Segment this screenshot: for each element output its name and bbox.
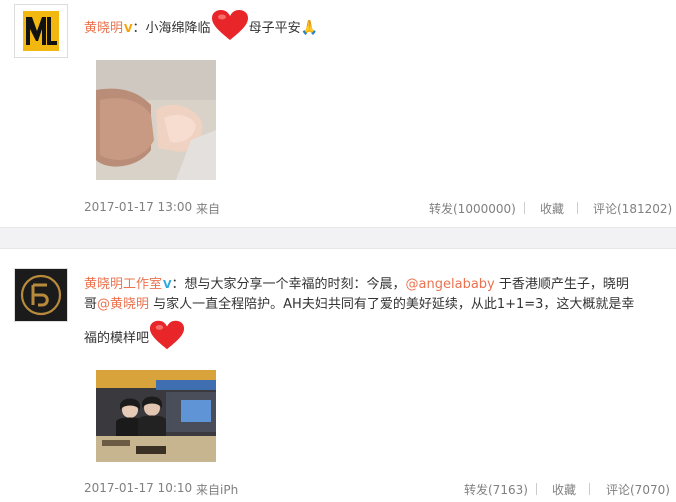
post2-text-line1: 黄晓明工作室V：想与大家分享一个幸福的时刻：今晨，@angelababy 于香港… xyxy=(84,275,629,295)
post2-author-link[interactable]: 黄晓明工作室 xyxy=(84,277,162,292)
post2-text-3: 福的模样吧 xyxy=(84,331,150,346)
avatar-studio[interactable] xyxy=(14,268,68,322)
ml-logo-icon xyxy=(15,5,67,57)
post1-text: 黄晓明V：小海绵降临 母子平安🙏 xyxy=(84,9,318,48)
post2-text-line2: 哥@黄晓明 与家人一直全程陪护。AH夫妇共同有了爱的美好延续，从此1+1=3，这… xyxy=(84,295,634,315)
red-heart-icon xyxy=(149,319,185,358)
post1-timestamp[interactable]: 2017-01-17 13:00 xyxy=(84,200,192,214)
post2-text-1a: ：想与大家分享一个幸福的时刻：今晨， xyxy=(171,277,406,292)
verified-badge-icon: V xyxy=(124,22,133,35)
post2-favorite-button[interactable]: 收藏 xyxy=(552,481,576,498)
post2-repost-button[interactable]: 转发(7163) xyxy=(464,481,528,498)
mention-angelababy-link[interactable]: @angelababy xyxy=(406,277,495,292)
post1-text-a: 小海绵降临 xyxy=(145,21,211,36)
post2-photo-family[interactable] xyxy=(96,370,216,462)
divider xyxy=(589,483,590,495)
divider xyxy=(524,202,525,214)
post1-favorite-button[interactable]: 收藏 xyxy=(540,200,564,217)
studio-logo-icon xyxy=(15,269,67,321)
praying-hands-icon: 🙏 xyxy=(300,20,319,36)
mention-huangxiaoming-link[interactable]: @黄晓明 xyxy=(97,297,149,312)
post1-author-link[interactable]: 黄晓明 xyxy=(84,21,123,36)
post1-colon: ： xyxy=(132,21,146,36)
post2-text-2b: 与家人一直全程陪护。AH夫妇共同有了爱的美好延续，从此1+1=3，这大概就是幸 xyxy=(149,297,635,312)
red-heart-icon xyxy=(211,9,249,48)
post2-source: 来自iPh xyxy=(196,483,239,497)
post1-repost-button[interactable]: 转发(1000000) xyxy=(429,200,516,217)
post1-comment-button[interactable]: 评论(181202) xyxy=(593,200,672,217)
verified-badge-icon: V xyxy=(163,278,172,291)
post2-comment-button[interactable]: 评论(7070) xyxy=(606,481,670,498)
post2-timestamp[interactable]: 2017-01-17 10:10 xyxy=(84,481,192,495)
divider xyxy=(536,483,537,495)
post1-text-b: 母子平安 xyxy=(248,21,301,36)
weibo-post-2: 黄晓明工作室V：想与大家分享一个幸福的时刻：今晨，@angelababy 于香港… xyxy=(0,249,676,502)
feed-separator xyxy=(0,227,676,249)
post2-text-line3: 福的模样吧 xyxy=(84,319,185,358)
weibo-post-1: 黄晓明V：小海绵降临 母子平安🙏 2017-01-17 13:00 来自 转发(… xyxy=(0,0,676,227)
avatar-huangxiaoming[interactable] xyxy=(14,4,68,58)
divider xyxy=(577,202,578,214)
post2-text-2a: 哥 xyxy=(84,297,98,312)
post2-text-1b: 于香港顺产生子，晓明 xyxy=(494,277,629,292)
post1-photo-baby-hand[interactable] xyxy=(96,60,216,180)
post1-source: 来自 xyxy=(196,202,221,216)
